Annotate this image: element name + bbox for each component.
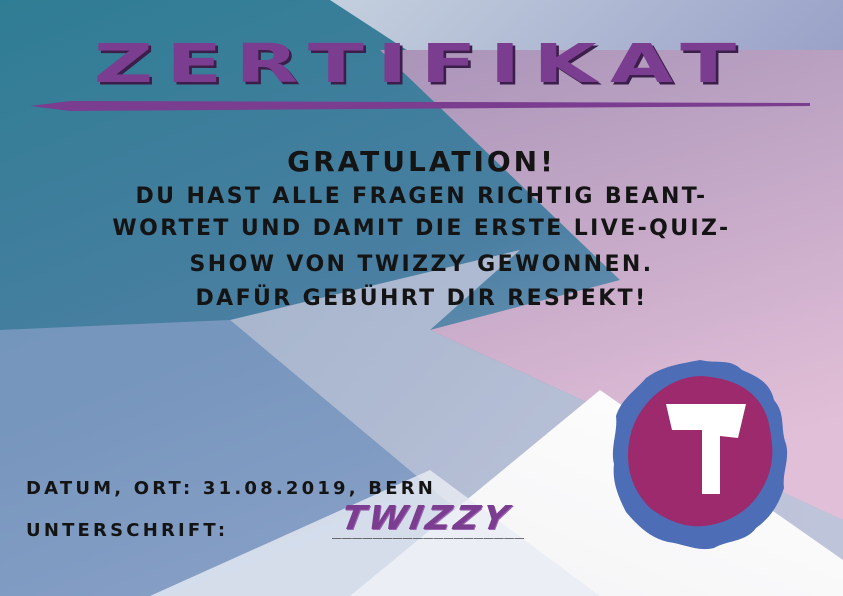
greeting-heading: GRATULATION!: [287, 145, 556, 178]
date-place-line: DATUM, ORT: 31.08.2019, BERN: [26, 478, 437, 499]
signature: TWIZZY: [338, 498, 515, 537]
body-line: WORTET UND DAMIT DIE ERSTE LIVE-QUIZ-: [112, 216, 731, 241]
signature-label: UNTERSCHRIFT:: [26, 520, 229, 541]
certificate-title: ZERTIFIKAT: [93, 32, 750, 95]
body-line: SHOW VON TWIZZY GEWONNEN.: [189, 252, 654, 277]
title-underline: [30, 101, 810, 111]
twizzy-logo: [612, 360, 788, 550]
body-line: DU HAST ALLE FRAGEN RICHTIG BEANT-: [135, 184, 708, 209]
body-line: DAFÜR GEBÜHRT DIR RESPEKT!: [195, 286, 648, 311]
certificate: ZERTIFIKAT GRATULATION! DU HAST ALLE FRA…: [0, 0, 843, 596]
